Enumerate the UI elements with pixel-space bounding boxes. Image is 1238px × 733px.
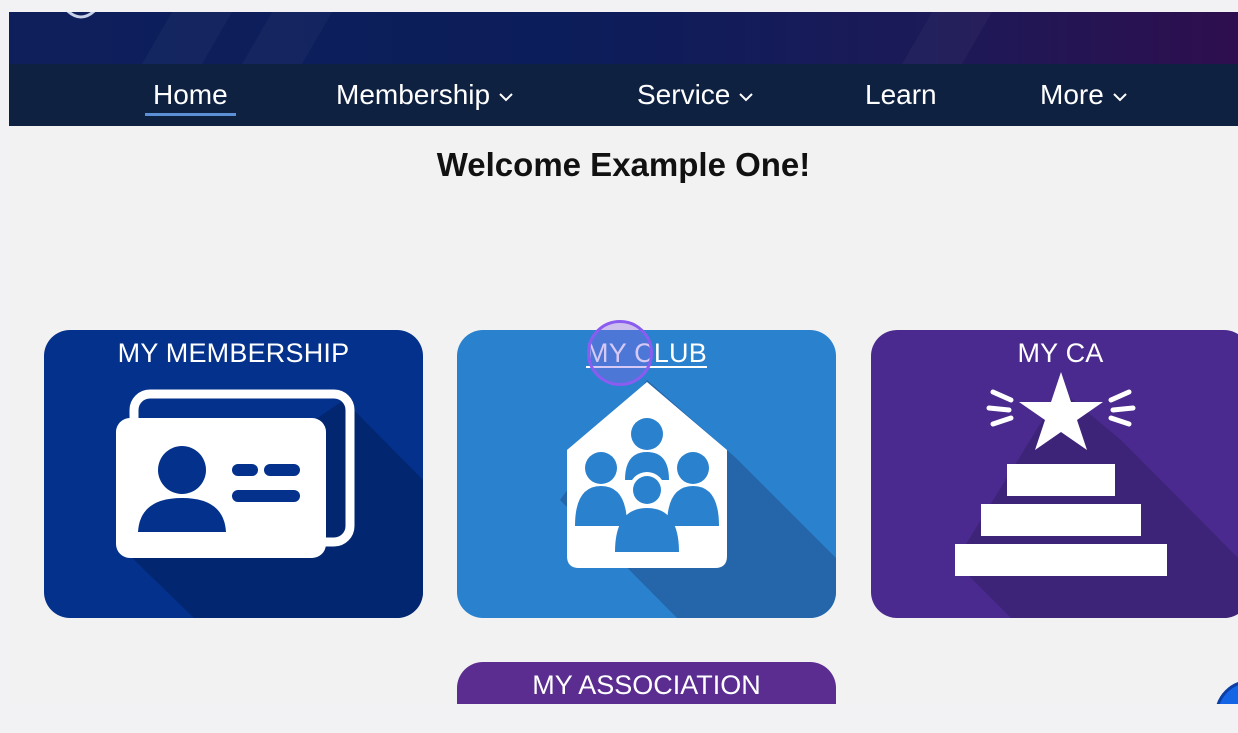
- chevron-down-icon: [1113, 93, 1127, 102]
- group-house-icon: [560, 380, 836, 618]
- my-membership-tile[interactable]: MY MEMBERSHIP: [44, 330, 423, 618]
- click-indicator: [587, 320, 653, 386]
- nav-home[interactable]: Home: [145, 64, 236, 126]
- star-podium-icon: [955, 372, 1238, 618]
- my-ca-label[interactable]: MY CA: [871, 338, 1238, 369]
- header-banner: [9, 12, 1238, 64]
- chevron-down-icon: [739, 93, 754, 102]
- chevron-down-icon: [499, 93, 513, 102]
- nav-learn-label: Learn: [865, 79, 937, 110]
- my-membership-label[interactable]: MY MEMBERSHIP: [44, 338, 423, 369]
- my-ca-tile[interactable]: MY CA: [871, 330, 1238, 618]
- nav-membership[interactable]: Membership: [336, 64, 514, 126]
- nav-more-label: More: [1040, 79, 1104, 110]
- nav-membership-label: Membership: [336, 79, 491, 110]
- nav-home-label: Home: [153, 79, 228, 110]
- logo-icon[interactable]: [59, 12, 103, 22]
- my-association-tile[interactable]: MY ASSOCIATION: [457, 662, 836, 704]
- page-viewport: Home Membership Service Learn More Welco…: [9, 12, 1238, 704]
- id-card-icon: [116, 389, 423, 618]
- main-navigation: Home Membership Service Learn More: [9, 64, 1238, 126]
- nav-service-label: Service: [637, 79, 731, 110]
- nav-service[interactable]: Service: [637, 64, 754, 126]
- nav-more[interactable]: More: [1040, 64, 1128, 126]
- my-club-tile[interactable]: MY CLUB: [457, 330, 836, 618]
- welcome-heading: Welcome Example One!: [436, 146, 811, 183]
- my-association-label[interactable]: MY ASSOCIATION: [457, 670, 836, 701]
- help-chat-button[interactable]: [1215, 680, 1238, 704]
- nav-learn[interactable]: Learn: [865, 64, 937, 126]
